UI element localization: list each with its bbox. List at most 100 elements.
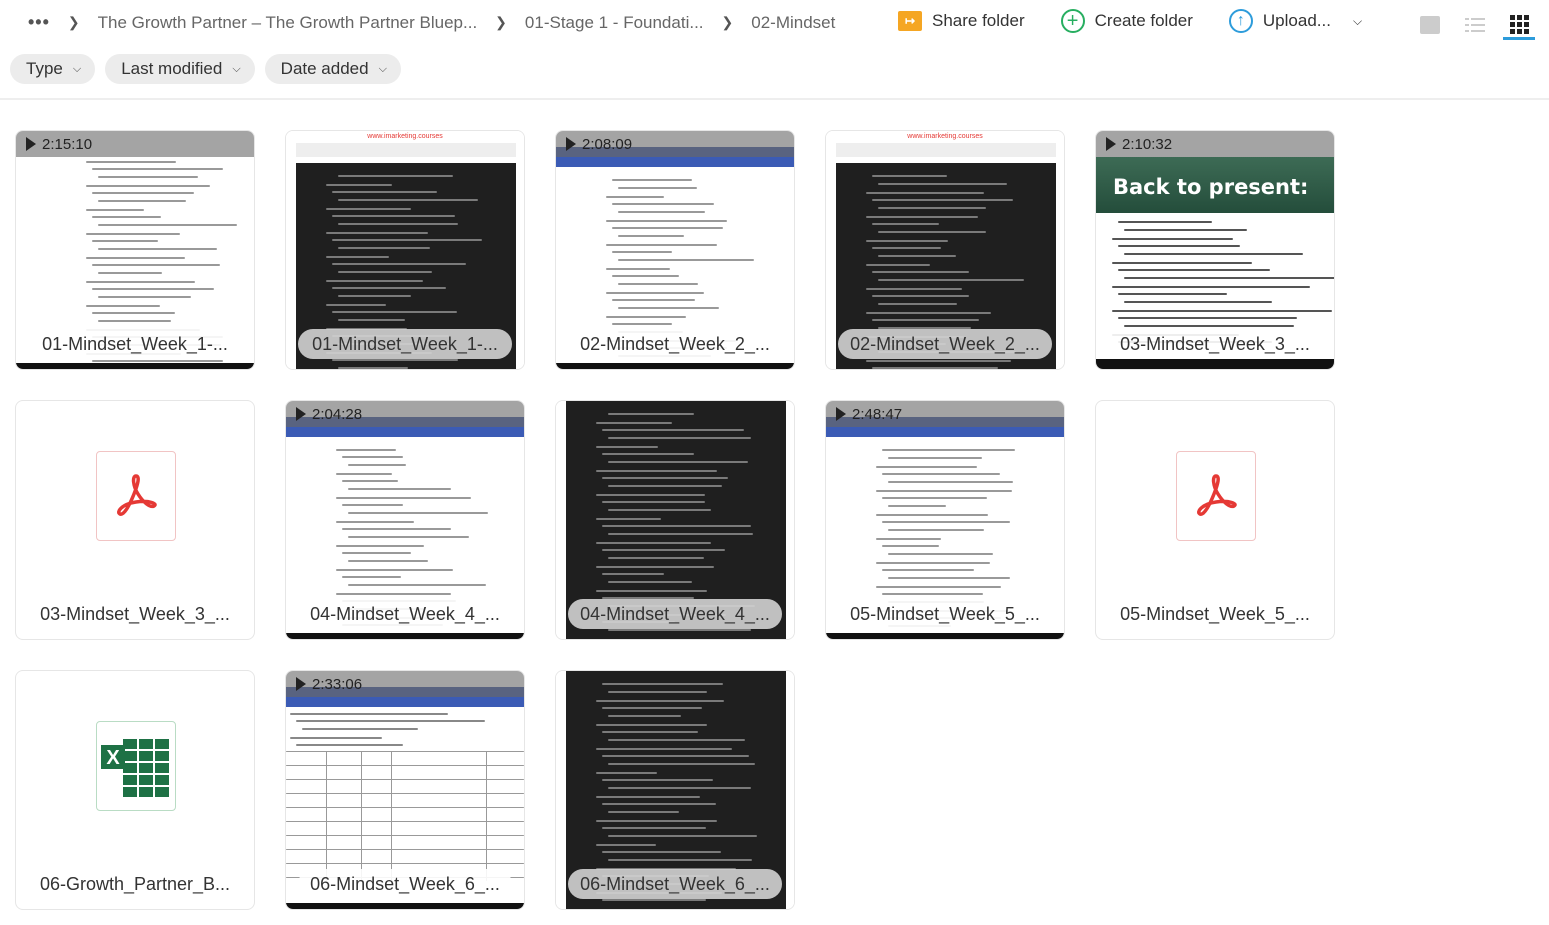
text-line [608, 787, 752, 789]
text-line [290, 713, 448, 715]
text-line [98, 224, 237, 226]
text-line [882, 545, 939, 547]
file-tile[interactable]: 2:48:47 05-Mindset_Week_5_... [825, 400, 1065, 640]
create-folder-label: Create folder [1094, 11, 1193, 30]
text-line [882, 521, 1011, 523]
file-tile[interactable]: 2:15:10 01-Mindset_Week_1-... [15, 130, 255, 370]
text-line [606, 268, 670, 270]
file-name: 01-Mindset_Week_1-... [298, 329, 512, 359]
filter-label: Date added [280, 59, 369, 78]
file-tile[interactable]: 03-Mindset_Week_3_... [15, 400, 255, 640]
list-view-icon [1465, 18, 1485, 32]
create-folder-button[interactable]: + Create folder [1060, 9, 1193, 33]
text-line [338, 199, 478, 201]
grid-line [286, 863, 524, 864]
text-line [888, 457, 982, 459]
file-tile[interactable]: 05-Mindset_Week_5_... [1095, 400, 1335, 640]
text-line [608, 859, 753, 861]
file-tile[interactable]: www.imarketing.courses 02-Mindset_Week_2_… [825, 130, 1065, 370]
filter-date-added[interactable]: Date added ⌵ [264, 54, 401, 84]
text-line [1124, 229, 1247, 231]
grid-line [286, 751, 524, 752]
breadcrumb: ••• ❯ The Growth Partner – The Growth Pa… [28, 12, 835, 33]
file-tile[interactable]: www.imarketing.courses 01-Mindset_Week_1-… [285, 130, 525, 370]
file-name: 01-Mindset_Week_1-... [28, 329, 242, 359]
play-icon [296, 407, 306, 421]
text-line [612, 179, 693, 181]
text-line [336, 593, 452, 595]
text-line [602, 803, 716, 805]
text-line [876, 490, 1012, 492]
text-line [86, 161, 177, 163]
text-line [612, 203, 714, 205]
grid-line [286, 779, 524, 780]
file-tile[interactable]: X 06-Growth_Partner_B... [15, 670, 255, 910]
upload-arrow-icon: ↑ [1228, 9, 1253, 33]
upload-dropdown-chevron-icon[interactable]: ⌵ [1353, 14, 1362, 29]
upload-button[interactable]: ↑ Upload... [1228, 9, 1331, 33]
share-folder-icon: ↦ [898, 11, 922, 31]
text-line [336, 521, 414, 523]
video-duration-badge: 2:04:28 [286, 401, 524, 427]
image-view-icon [1420, 16, 1440, 34]
file-name: 06-Mindset_Week_6_... [298, 869, 512, 899]
file-tile[interactable]: 2:33:06 06-Mindset_Week_6_... [285, 670, 525, 910]
file-tile[interactable]: Back to present: 2:10:32 03-Mindset_Week_3… [1095, 130, 1335, 370]
video-duration: 2:08:09 [582, 135, 633, 153]
text-line [332, 311, 458, 313]
text-line [1118, 221, 1213, 223]
list-view-button[interactable] [1460, 10, 1490, 40]
breadcrumb-current[interactable]: 02-Mindset [751, 13, 835, 33]
text-line [602, 573, 664, 575]
more-icon[interactable]: ••• [28, 12, 50, 33]
text-line [888, 505, 946, 507]
text-line [878, 303, 957, 305]
text-line [336, 569, 453, 571]
text-line [612, 299, 696, 301]
text-line [326, 304, 387, 306]
text-line [326, 280, 423, 282]
file-tile[interactable]: 06-Mindset_Week_6_... [555, 670, 795, 910]
breadcrumb-item[interactable]: The Growth Partner – The Growth Partner … [98, 13, 478, 33]
text-line [92, 240, 158, 242]
filter-type[interactable]: Type ⌵ [10, 54, 96, 84]
text-line [326, 184, 393, 186]
text-line [336, 473, 393, 475]
text-line [596, 518, 661, 520]
text-line [338, 295, 412, 297]
text-line [876, 562, 990, 564]
grid-line [286, 835, 524, 836]
filter-label: Type [26, 59, 63, 78]
text-line [888, 529, 984, 531]
video-bottom-bar [826, 633, 1064, 639]
text-line [332, 239, 482, 241]
text-line [342, 576, 401, 578]
file-name: 05-Mindset_Week_5_... [838, 599, 1052, 629]
browser-toolbar [826, 427, 1064, 437]
file-tile[interactable]: 2:04:28 04-Mindset_Week_4_... [285, 400, 525, 640]
breadcrumb-item[interactable]: 01-Stage 1 - Foundati... [525, 13, 704, 33]
grid-view-button[interactable] [1505, 10, 1535, 40]
watermark-header: www.imarketing.courses [907, 133, 983, 140]
text-line [342, 504, 403, 506]
file-tile[interactable]: 2:08:09 02-Mindset_Week_2_... [555, 130, 795, 370]
plus-circle-icon: + [1060, 9, 1085, 33]
text-line [342, 480, 399, 482]
file-tile[interactable]: 04-Mindset_Week_4_... [555, 400, 795, 640]
upload-label: Upload... [1262, 11, 1331, 30]
filter-last-modified[interactable]: Last modified ⌵ [105, 54, 255, 84]
video-bottom-bar [286, 903, 524, 909]
text-line [338, 367, 408, 369]
image-view-button[interactable] [1415, 10, 1445, 40]
text-line [332, 215, 455, 217]
text-line [296, 744, 404, 746]
share-folder-button[interactable]: ↦ Share folder [898, 11, 1025, 31]
grid-line [286, 849, 524, 850]
text-line [596, 748, 733, 750]
text-line [1112, 262, 1252, 264]
text-line [338, 223, 458, 225]
chevron-right-icon: ❯ [67, 14, 80, 30]
doc-page-header [296, 143, 516, 157]
text-line [348, 560, 429, 562]
text-line [878, 183, 1008, 185]
